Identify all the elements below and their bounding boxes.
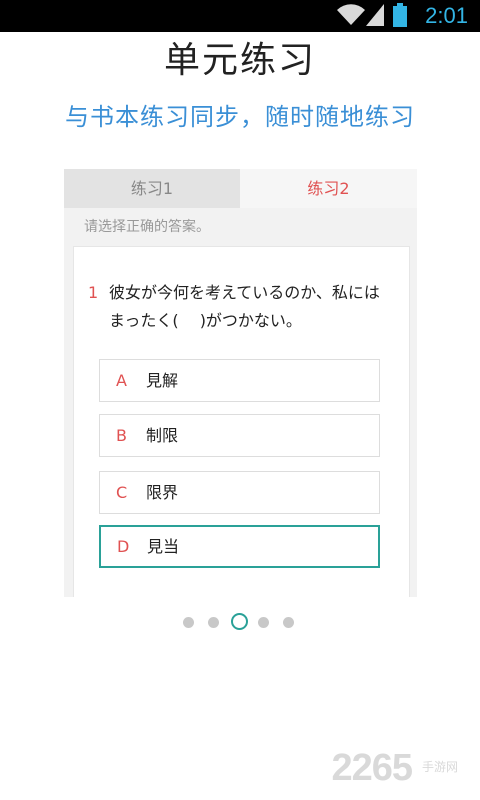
option-b[interactable]: B 制限 bbox=[99, 414, 380, 457]
watermark-suffix: 手游网 bbox=[421, 760, 458, 774]
option-letter: C bbox=[116, 483, 128, 502]
page-subtitle: 与书本练习同步，随时随地练习 bbox=[65, 103, 415, 131]
page-title: 单元练习 bbox=[163, 40, 316, 81]
tab-exercise-2[interactable]: 练习2 bbox=[240, 169, 417, 208]
page-indicator bbox=[180, 612, 300, 632]
status-bar: 2:01 bbox=[0, 0, 480, 32]
battery-icon bbox=[393, 3, 407, 27]
option-text: 見当 bbox=[147, 537, 180, 556]
page-dot[interactable] bbox=[208, 617, 219, 628]
signal-icon bbox=[366, 4, 384, 26]
tab-exercise-1[interactable]: 练习1 bbox=[64, 169, 240, 208]
option-text: 制限 bbox=[146, 426, 179, 445]
option-d[interactable]: D 見当 bbox=[99, 525, 380, 568]
watermark-number: 2265 bbox=[331, 747, 413, 789]
instruction-text: 请选择正确的答案。 bbox=[84, 219, 210, 235]
question-number: 1 bbox=[88, 283, 99, 302]
option-letter: D bbox=[117, 537, 130, 556]
page-dot-active[interactable] bbox=[231, 613, 248, 630]
exercise-tabs: 练习1 练习2 bbox=[64, 169, 417, 208]
option-letter: A bbox=[116, 371, 127, 390]
option-a[interactable]: A 見解 bbox=[99, 359, 380, 402]
question-card: 1 彼女が今何を考えているのか、私にはまったく( )がつかない。 A 見解 B … bbox=[73, 246, 410, 597]
question-text: 彼女が今何を考えているのか、私にはまったく( )がつかない。 bbox=[109, 283, 380, 330]
status-time: 2:01 bbox=[425, 3, 468, 28]
wifi-icon bbox=[337, 4, 365, 26]
option-c[interactable]: C 限界 bbox=[99, 471, 380, 514]
option-text: 限界 bbox=[146, 483, 179, 502]
option-text: 見解 bbox=[146, 371, 179, 390]
page-dot[interactable] bbox=[258, 617, 269, 628]
option-letter: B bbox=[116, 426, 127, 445]
page-dot[interactable] bbox=[183, 617, 194, 628]
screenshot-preview: 练习1 练习2 请选择正确的答案。 1 彼女が今何を考えているのか、私にはまった… bbox=[64, 169, 417, 597]
page-dot[interactable] bbox=[283, 617, 294, 628]
